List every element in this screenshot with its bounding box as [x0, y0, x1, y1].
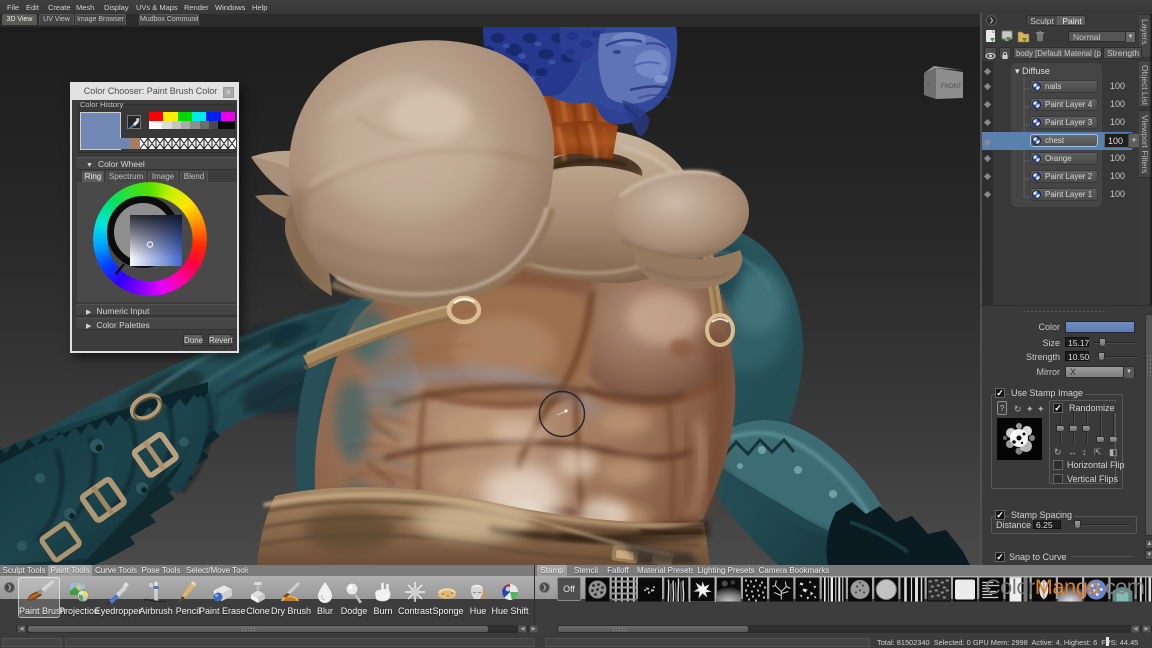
svg-text:FRONT: FRONT — [941, 84, 962, 90]
svg-text:≤: ≤ — [927, 82, 930, 88]
